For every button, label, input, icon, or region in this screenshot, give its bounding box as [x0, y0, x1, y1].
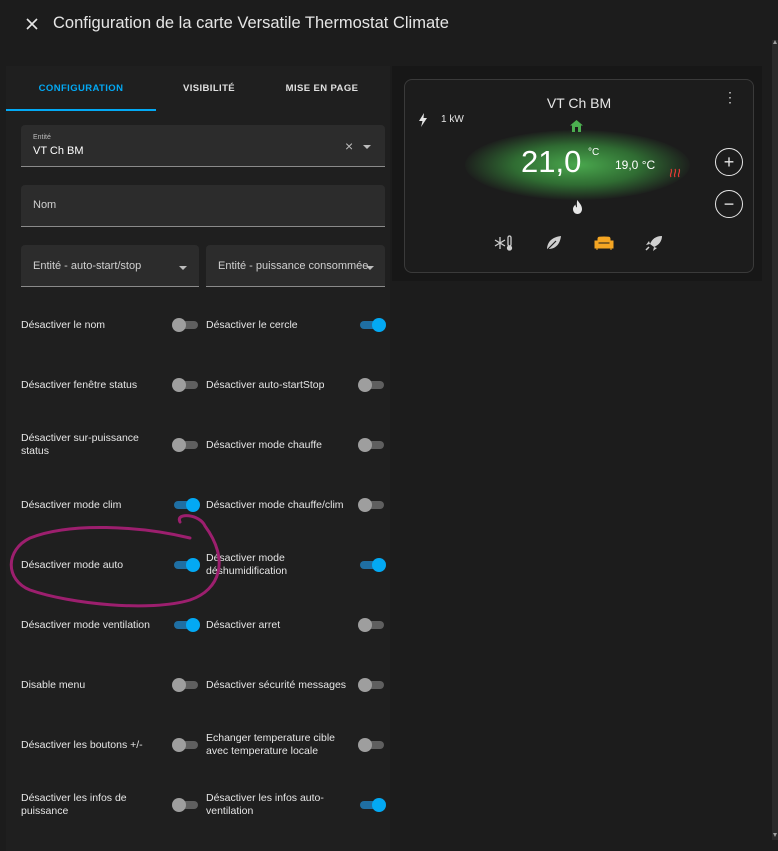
scroll-down-arrow[interactable] [773, 833, 777, 837]
toggle-label: Désactiver mode chauffe/clim [206, 499, 344, 511]
toggle-knob [172, 678, 186, 692]
toggle-knob [358, 738, 372, 752]
active-tab-indicator [6, 109, 156, 111]
power-value: 1 kW [441, 114, 464, 125]
toggle-label: Désactiver mode chauffe [206, 439, 322, 451]
toggle-knob [358, 618, 372, 632]
target-temperature: 21,0 [521, 144, 582, 179]
snowflake-thermometer-icon[interactable] [494, 235, 514, 251]
name-field-placeholder: Nom [33, 199, 57, 211]
toggle-switch[interactable] [358, 438, 386, 452]
toggle-knob [358, 498, 372, 512]
toggle-label: Disable menu [21, 679, 86, 691]
card-title: VT Ch BM [546, 95, 612, 111]
toggle-switch[interactable] [172, 618, 200, 632]
entity-field[interactable]: Entité VT Ch BM × [21, 125, 385, 167]
auto-start-stop-field[interactable]: Entité - auto-start/stop [21, 245, 199, 287]
current-temperature: 19,0 °C [615, 158, 656, 172]
entity-field-value: VT Ch BM [33, 145, 84, 157]
toggle-label: Désactiver sécurité messages [206, 679, 347, 691]
toggle-knob [172, 798, 186, 812]
dialog-title: Configuration de la carte Versatile Ther… [53, 14, 449, 32]
toggle-knob [172, 378, 186, 392]
scrollbar[interactable] [772, 40, 778, 840]
toggle-switch[interactable] [172, 558, 200, 572]
toggle-label: Désactiver les infos auto-ventilation [206, 792, 324, 817]
lightning-icon [419, 113, 427, 127]
toggle-label: Désactiver sur-puissance status [21, 432, 139, 457]
toggle-switch[interactable] [172, 498, 200, 512]
leaf-icon[interactable] [544, 235, 564, 251]
heat-waves-icon [669, 168, 681, 178]
toggle-switch[interactable] [172, 438, 200, 452]
chevron-down-icon[interactable] [179, 266, 187, 270]
tab-visibility[interactable]: VISIBILITÉ [156, 66, 262, 111]
toggle-label: Désactiver arret [206, 619, 281, 631]
toggle-knob [172, 738, 186, 752]
toggle-label: Désactiver mode auto [21, 559, 124, 571]
toggle-label: Désactiver les infos de puissance [21, 792, 127, 817]
toggle-switch[interactable] [358, 498, 386, 512]
toggle-switch[interactable] [358, 618, 386, 632]
toggle-knob [372, 318, 386, 332]
toggle-label: Désactiver mode ventilation [21, 619, 150, 631]
power-entity-field[interactable]: Entité - puissance consommée [206, 245, 385, 287]
tab-configuration[interactable]: CONFIGURATION [6, 66, 156, 111]
toggle-label: Echanger temperature cible avec temperat… [206, 732, 335, 757]
toggle-switch[interactable] [358, 558, 386, 572]
chevron-down-icon[interactable] [363, 145, 371, 149]
toggle-switch[interactable] [358, 378, 386, 392]
increase-button[interactable]: + [715, 148, 743, 176]
toggle-knob [372, 558, 386, 572]
rocket-icon[interactable] [644, 235, 664, 251]
scroll-up-arrow[interactable] [773, 40, 777, 44]
toggle-switch[interactable] [172, 678, 200, 692]
toggle-knob [172, 438, 186, 452]
power-entity-placeholder: Entité - puissance consommée [218, 260, 369, 272]
toggle-knob [172, 318, 186, 332]
toggle-knob [186, 498, 200, 512]
toggle-knob [358, 678, 372, 692]
sofa-icon[interactable] [594, 235, 614, 251]
toggle-switch[interactable] [172, 798, 200, 812]
tab-layout[interactable]: MISE EN PAGE [262, 66, 382, 111]
toggle-label: Désactiver auto-startStop [206, 379, 325, 391]
toggle-switch[interactable] [172, 318, 200, 332]
toggle-label: Désactiver mode déshumidification [206, 552, 288, 577]
name-field[interactable]: Nom [21, 185, 385, 227]
toggle-knob [358, 378, 372, 392]
toggle-label: Désactiver le nom [21, 319, 106, 331]
toggle-switch[interactable] [358, 678, 386, 692]
clear-icon[interactable]: × [345, 138, 353, 154]
close-icon [26, 18, 38, 30]
dialog-header: Configuration de la carte Versatile Ther… [0, 0, 778, 50]
toggle-switch[interactable] [358, 738, 386, 752]
toggle-switch[interactable] [172, 738, 200, 752]
decrease-button[interactable]: − [715, 190, 743, 218]
toggle-label: Désactiver mode clim [21, 499, 122, 511]
chevron-down-icon[interactable] [366, 266, 374, 270]
toggle-label: Désactiver les boutons +/- [21, 739, 143, 751]
entity-field-label: Entité [33, 134, 51, 141]
toggle-switch[interactable] [358, 798, 386, 812]
card-menu-icon[interactable]: ⋮ [723, 90, 737, 104]
toggle-knob [372, 798, 386, 812]
auto-start-stop-placeholder: Entité - auto-start/stop [33, 260, 142, 272]
thermostat-card: VT Ch BM ⋮ 1 kW 21,0 °C 19,0 °C + − [404, 79, 754, 273]
toggle-switch[interactable] [172, 378, 200, 392]
target-temperature-unit: °C [588, 147, 600, 158]
tab-bar: CONFIGURATION VISIBILITÉ MISE EN PAGE [6, 66, 390, 111]
flame-icon [573, 200, 582, 214]
close-button[interactable] [22, 14, 42, 34]
toggle-switch[interactable] [358, 318, 386, 332]
toggle-knob [186, 618, 200, 632]
toggle-label: Désactiver le cercle [206, 319, 298, 331]
toggle-knob [358, 438, 372, 452]
toggle-label: Désactiver fenêtre status [21, 379, 138, 391]
toggle-knob [186, 558, 200, 572]
